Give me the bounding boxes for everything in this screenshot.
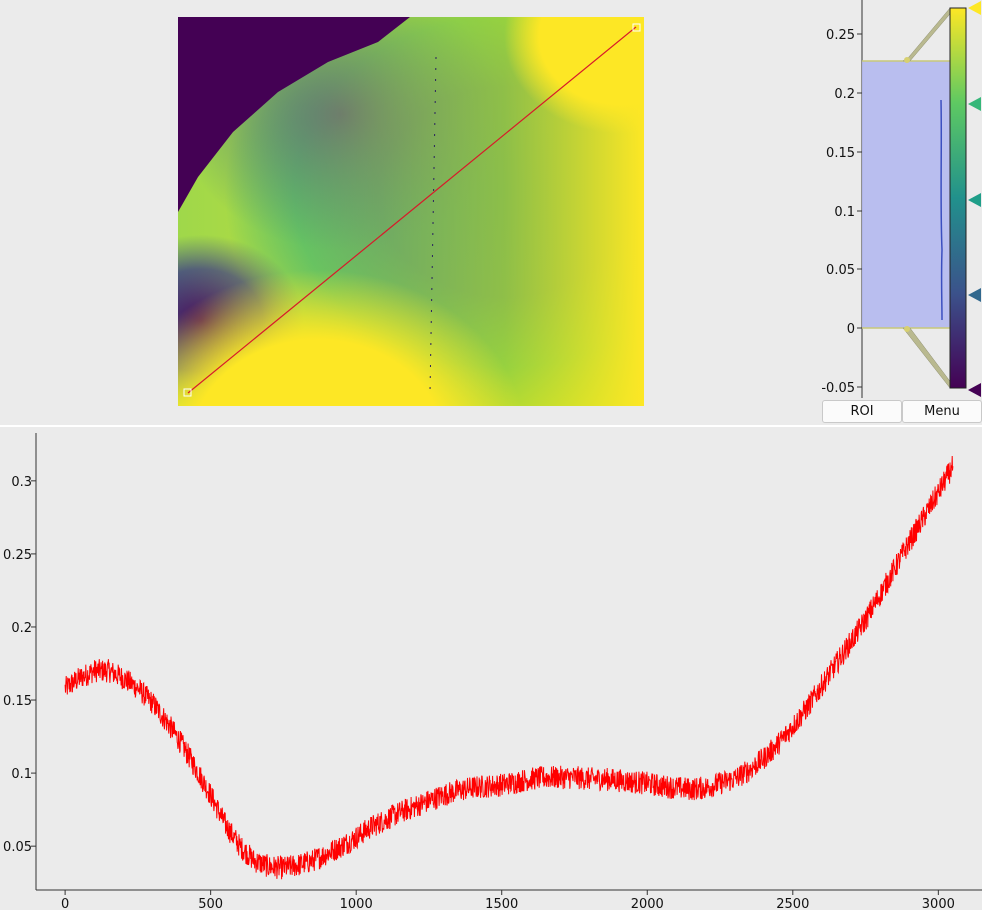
- x-tick-label: 1000: [340, 897, 373, 910]
- gradient-stop-marker[interactable]: [968, 1, 981, 15]
- histogram-curve: [941, 100, 942, 320]
- histogram-tick-label: 0.2: [834, 87, 855, 102]
- gradient-stop-marker[interactable]: [968, 288, 981, 302]
- y-tick-label: 0.05: [3, 840, 32, 855]
- histogram-tick-label: 0: [847, 322, 855, 337]
- histogram-tick-label: 0.15: [826, 146, 855, 161]
- gradient-stop-marker[interactable]: [968, 193, 981, 207]
- x-tick-label: 0: [61, 897, 69, 910]
- gradient-stop-marker[interactable]: [968, 97, 981, 111]
- y-tick-label: 0.3: [11, 475, 32, 490]
- y-tick-label: 0.15: [3, 694, 32, 709]
- histogram-tick-label: 0.05: [826, 263, 855, 278]
- image-view[interactable]: [178, 17, 644, 406]
- line-profile-plot[interactable]: 0.3 0.25 0.2 0.15 0.1 0.05 0 500 1000 1500 2000 250…: [0, 427, 982, 910]
- series-line: [65, 456, 953, 879]
- x-tick-label: 2000: [631, 897, 664, 910]
- histogram-tick-label: -0.05: [821, 381, 855, 396]
- histogram-level-region[interactable]: [862, 61, 950, 328]
- x-tick-label: 1500: [485, 897, 518, 910]
- y-tick-label: 0.1: [11, 767, 32, 782]
- level-connector-bottom: [903, 328, 955, 388]
- gradient-stop-marker[interactable]: [968, 383, 981, 397]
- histogram-tick-label: 0.25: [826, 28, 855, 43]
- menu-button[interactable]: Menu: [902, 400, 982, 423]
- level-min-handle[interactable]: [904, 326, 910, 332]
- x-tick-label: 3000: [922, 897, 955, 910]
- x-tick-label: 2500: [776, 897, 809, 910]
- roi-button[interactable]: ROI: [822, 400, 902, 423]
- gradient-bar[interactable]: [950, 8, 966, 388]
- level-connector-top: [903, 8, 955, 61]
- level-max-handle[interactable]: [904, 57, 910, 63]
- x-tick-label: 500: [198, 897, 223, 910]
- histogram-tick-label: 0.1: [834, 205, 855, 220]
- profile-chart: 0.3 0.25 0.2 0.15 0.1 0.05 0 500 1000 1500 2000 250…: [0, 427, 982, 910]
- y-tick-label: 0.2: [11, 621, 32, 636]
- image-view-panel: 0.25 0.2 0.15 0.1 0.05 0 -0.05 ROI Menu: [0, 0, 982, 425]
- y-tick-label: 0.25: [3, 548, 32, 563]
- histogram-lut: 0.25 0.2 0.15 0.1 0.05 0 -0.05: [800, 0, 982, 400]
